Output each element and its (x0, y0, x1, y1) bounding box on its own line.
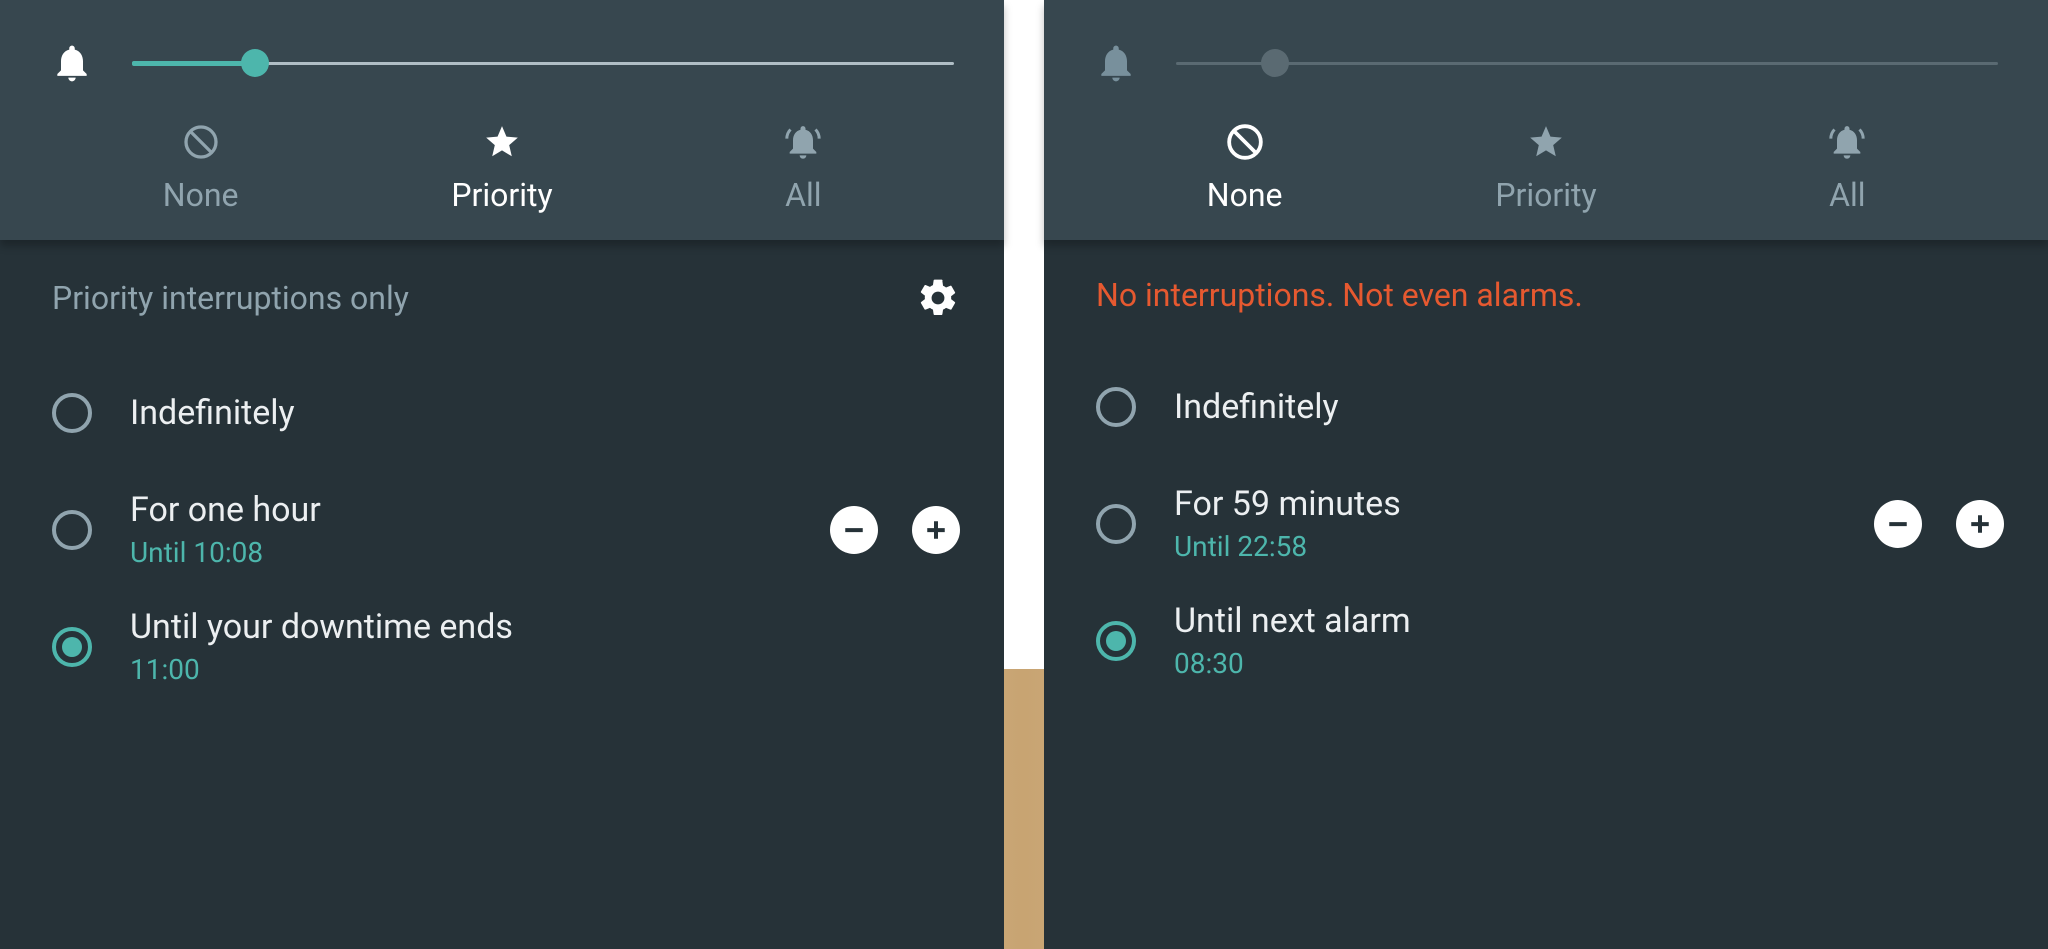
tab-label: None (163, 176, 239, 214)
radio-icon (1096, 504, 1136, 544)
mode-tabs: None Priority All (1094, 100, 1998, 240)
slider-track (1176, 62, 1998, 65)
option-indefinitely[interactable]: Indefinitely (52, 374, 960, 452)
option-labels: Until next alarm 08:30 (1174, 601, 2004, 680)
option-labels: For 59 minutes Until 22:58 (1174, 484, 1836, 563)
bell-ring-icon (1827, 122, 1867, 162)
bell-icon (50, 41, 94, 85)
topbar: None Priority All (1044, 0, 2048, 240)
option-label: Indefinitely (130, 393, 960, 433)
options-list: Indefinitely For one hour Until 10:08 (52, 374, 960, 686)
interruptions-panel-priority: None Priority All Priority interruptions… (0, 0, 1004, 949)
topbar: None Priority All (0, 0, 1004, 240)
minus-button[interactable] (830, 506, 878, 554)
minus-button[interactable] (1874, 500, 1922, 548)
volume-row (1094, 26, 1998, 100)
option-labels: Indefinitely (130, 393, 960, 433)
option-labels: Until your downtime ends 11:00 (130, 607, 960, 686)
option-label: For one hour (130, 490, 792, 530)
radio-icon (52, 627, 92, 667)
option-labels: Indefinitely (1174, 387, 2004, 427)
tab-priority[interactable]: Priority (412, 122, 592, 214)
option-label: For 59 minutes (1174, 484, 1836, 524)
tab-label: Priority (451, 176, 552, 214)
tab-priority[interactable]: Priority (1456, 122, 1636, 214)
panel-content: No interruptions. Not even alarms. Indef… (1044, 240, 2048, 949)
option-label: Until next alarm (1174, 601, 2004, 641)
slider-thumb[interactable] (1261, 49, 1289, 77)
option-until-downtime[interactable]: Until your downtime ends 11:00 (52, 607, 960, 686)
gear-icon[interactable] (916, 276, 960, 320)
bell-ring-icon (783, 122, 823, 162)
duration-steppers (1874, 500, 2004, 548)
header-text: No interruptions. Not even alarms. (1096, 276, 1583, 314)
option-label: Until your downtime ends (130, 607, 960, 647)
tab-none[interactable]: None (1155, 122, 1335, 214)
volume-row (50, 26, 954, 100)
option-for-duration[interactable]: For one hour Until 10:08 (52, 490, 960, 569)
bell-icon (1094, 41, 1138, 85)
radio-icon (52, 510, 92, 550)
option-sublabel: Until 10:08 (130, 536, 792, 569)
options-list: Indefinitely For 59 minutes Until 22:58 (1096, 368, 2004, 680)
volume-slider[interactable] (1176, 48, 1998, 78)
slider-track-active (132, 61, 255, 66)
option-indefinitely[interactable]: Indefinitely (1096, 368, 2004, 446)
interruptions-panel-none: None Priority All No interruptions. Not … (1044, 0, 2048, 949)
tab-label: Priority (1495, 176, 1596, 214)
volume-slider[interactable] (132, 48, 954, 78)
mode-tabs: None Priority All (50, 100, 954, 240)
option-sublabel: 08:30 (1174, 647, 2004, 680)
header-row: No interruptions. Not even alarms. (1096, 276, 2004, 314)
option-label: Indefinitely (1174, 387, 2004, 427)
duration-steppers (830, 506, 960, 554)
radio-icon (1096, 621, 1136, 661)
star-icon (483, 122, 521, 162)
option-for-duration[interactable]: For 59 minutes Until 22:58 (1096, 484, 2004, 563)
header-text: Priority interruptions only (52, 279, 409, 317)
star-icon (1527, 122, 1565, 162)
slider-thumb[interactable] (241, 49, 269, 77)
block-icon (1226, 122, 1264, 162)
header-row: Priority interruptions only (52, 276, 960, 320)
plus-button[interactable] (1956, 500, 2004, 548)
option-until-next-alarm[interactable]: Until next alarm 08:30 (1096, 601, 2004, 680)
tab-all[interactable]: All (1757, 122, 1937, 214)
tab-label: All (785, 176, 821, 214)
radio-icon (52, 393, 92, 433)
tab-label: All (1829, 176, 1865, 214)
tab-none[interactable]: None (111, 122, 291, 214)
radio-icon (1096, 387, 1136, 427)
panel-content: Priority interruptions only Indefinitely… (0, 240, 1004, 949)
tab-label: None (1207, 176, 1283, 214)
option-sublabel: Until 22:58 (1174, 530, 1836, 563)
block-icon (183, 122, 219, 162)
tab-all[interactable]: All (713, 122, 893, 214)
option-labels: For one hour Until 10:08 (130, 490, 792, 569)
option-sublabel: 11:00 (130, 653, 960, 686)
plus-button[interactable] (912, 506, 960, 554)
